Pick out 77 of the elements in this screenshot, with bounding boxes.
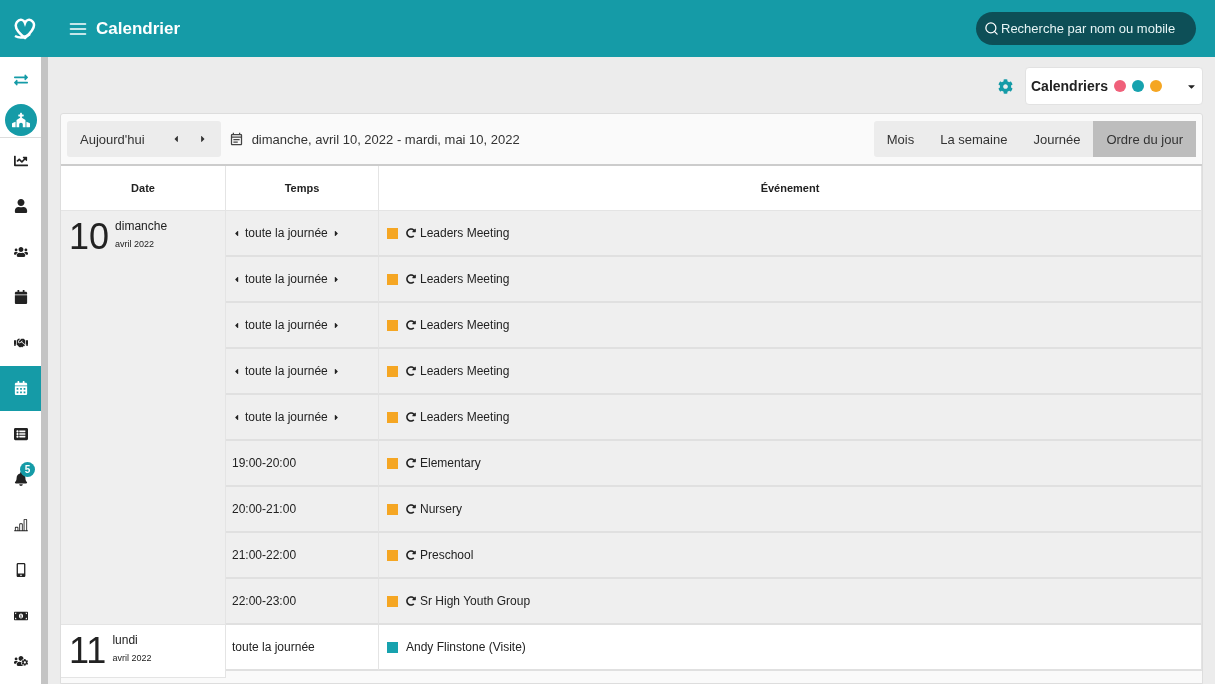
column-header: Événement (379, 166, 1202, 211)
repeat-icon (406, 228, 416, 238)
event-time: toute la journée (245, 226, 328, 240)
event-title: Elementary (420, 456, 481, 470)
view-tab[interactable]: Mois (873, 121, 928, 157)
user-icon (13, 199, 28, 214)
column-header: Date (61, 166, 226, 211)
list-icon (13, 426, 28, 441)
column-header: Temps (226, 166, 379, 211)
caret-left-icon (232, 412, 241, 422)
event-cell[interactable]: Nursery (379, 487, 1202, 533)
page-title: Calendrier (96, 18, 181, 39)
repeat-icon (406, 458, 416, 468)
event-cell[interactable]: Leaders Meeting (379, 349, 1202, 395)
event-title: Sr High Youth Group (420, 594, 531, 608)
calendars-select[interactable]: Calendriers (1025, 67, 1203, 105)
event-time: 19:00-20:00 (232, 456, 297, 470)
event-cell[interactable]: Preschool (379, 533, 1202, 579)
view-tab[interactable]: La semaine (927, 121, 1021, 157)
line-chart-icon (13, 153, 28, 168)
event-time: toute la journée (245, 272, 328, 286)
caret-left-icon (232, 320, 241, 330)
event-title: Leaders Meeting (420, 318, 510, 332)
event-time: 20:00-21:00 (232, 502, 297, 516)
repeat-icon (406, 320, 416, 330)
event-title: Leaders Meeting (420, 272, 510, 286)
day-number: 11 (69, 633, 107, 669)
group-icon (13, 244, 28, 259)
repeat-icon (406, 504, 416, 514)
event-cell[interactable]: Leaders Meeting (379, 211, 1202, 257)
event-title: Preschool (420, 548, 474, 562)
event-cell[interactable]: Andy Flinstone (Visite) (379, 625, 1202, 671)
view-tab[interactable]: Journée (1020, 121, 1094, 157)
search-field[interactable]: Recherche par nom ou mobile (976, 12, 1196, 45)
event-title: Leaders Meeting (420, 410, 510, 424)
event-cell[interactable]: Elementary (379, 441, 1202, 487)
event-cell[interactable]: Leaders Meeting (379, 395, 1202, 441)
event-time: 21:00-22:00 (232, 548, 297, 562)
notification-badge: 5 (20, 461, 35, 477)
month-year: avril 2022 (115, 239, 156, 249)
event-time: toute la journée (245, 364, 328, 378)
bar-chart-icon (13, 517, 28, 532)
caret-left-icon (232, 366, 241, 376)
date-range: dimanche, avril 10, 2022 - mardi, mai 10, 2022 (251, 131, 521, 147)
day-number: 10 (69, 219, 110, 255)
calendar-icon (13, 290, 28, 305)
event-cell[interactable]: Leaders Meeting (379, 257, 1202, 303)
event-cell[interactable]: Leaders Meeting (379, 303, 1202, 349)
repeat-icon (406, 550, 416, 560)
weekday: dimanche (115, 219, 168, 233)
search-icon (984, 21, 999, 36)
event-time: toute la journée (245, 318, 328, 332)
event-time: toute la journée (245, 410, 328, 424)
event-cell[interactable]: Sr High Youth Group (379, 579, 1202, 625)
calendar-icon (228, 131, 244, 147)
event-time: 22:00-23:00 (232, 594, 297, 608)
group-settings-icon (13, 654, 28, 669)
caret-left-icon (232, 228, 241, 238)
repeat-icon (406, 366, 416, 376)
church-avatar[interactable] (4, 103, 37, 136)
settings-icon[interactable] (998, 78, 1013, 94)
weekday: lundi (112, 633, 139, 647)
event-time: toute la journée (232, 640, 315, 654)
calendar-icon (13, 381, 28, 396)
event-title: Leaders Meeting (420, 364, 510, 378)
month-year: avril 2022 (112, 653, 152, 663)
repeat-icon (406, 596, 416, 606)
repeat-icon (406, 412, 416, 422)
event-title: Andy Flinstone (Visite) (406, 640, 526, 654)
calendars-label: Calendriers (1031, 78, 1109, 94)
view-tab[interactable]: Ordre du jour (1093, 121, 1196, 157)
event-title: Leaders Meeting (420, 226, 510, 240)
repeat-icon (406, 274, 416, 284)
caret-left-icon (232, 274, 241, 284)
swap-icon (13, 72, 28, 87)
event-title: Nursery (420, 502, 462, 516)
today-button[interactable]: Aujourd'hui (67, 121, 158, 157)
